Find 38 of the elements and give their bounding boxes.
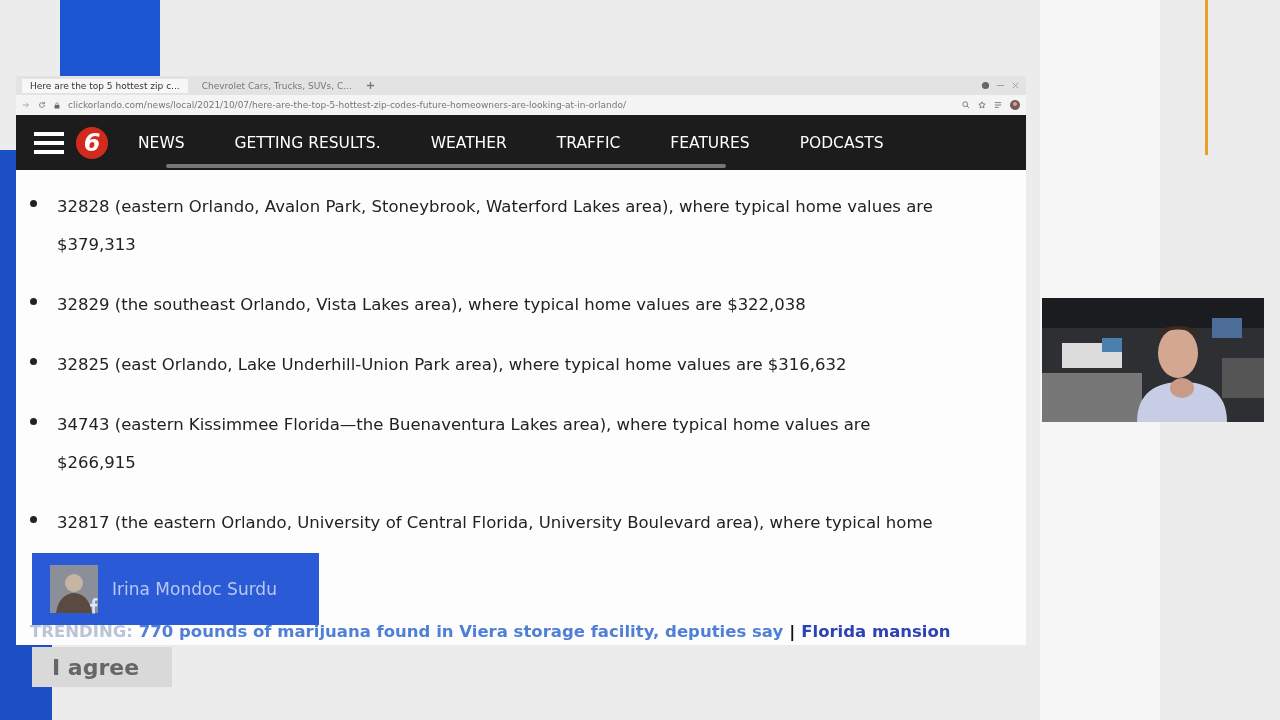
bullet-icon [30,418,37,425]
profile-icon[interactable] [981,81,990,90]
reload-icon[interactable] [38,101,46,109]
star-icon[interactable] [978,101,986,109]
separator: | [789,622,796,641]
agree-button[interactable]: I agree [32,647,172,687]
commenter-name: Irina Mondoc Surdu [112,579,277,599]
reading-list-icon[interactable] [994,101,1002,109]
bullet-icon [30,358,37,365]
zoom-icon[interactable] [962,101,970,109]
bullet-icon [30,200,37,207]
forward-icon[interactable] [22,101,30,109]
avatar-icon [50,565,98,613]
trending-link[interactable]: Florida mansion [801,622,951,641]
nav-link[interactable]: PODCASTS [799,133,884,152]
nav-link[interactable]: GETTING RESULTS. [234,133,381,152]
trending-label: TRENDING: [30,622,133,641]
nav-link[interactable]: NEWS [138,133,185,152]
list-item-text: 32825 (east Orlando, Lake Underhill-Union Park area), where typical home values are $316,632 [57,354,847,376]
list-item-text: 34743 (eastern Kissimmee Florida—the Buenaventura Lakes area), where typical home values are $266,915 [57,414,872,474]
trending-link[interactable]: 770 pounds of marijuana found in Viera storage facility, deputies say [138,622,784,641]
nav-link[interactable]: FEATURES [670,133,750,152]
bullet-icon [30,298,37,305]
lock-icon [54,101,60,109]
avatar-icon[interactable] [1010,100,1020,110]
nav-link[interactable]: TRAFFIC [556,133,621,152]
close-icon[interactable] [1011,81,1020,90]
browser-tab[interactable]: Chevrolet Cars, Trucks, SUVs, C... [193,78,360,93]
browser-tab[interactable]: Here are the top 5 hottest zip c... [22,78,188,93]
facebook-icon [89,597,98,614]
bullet-icon [30,516,37,523]
list-item-text: 32817 (the eastern Orlando, University of Central Florida, University Boulevard area), where typical home [57,512,933,534]
plus-icon[interactable] [365,81,375,90]
list-item-text: 32829 (the southeast Orlando, Vista Lakes area), where typical home values are $322,038 [57,294,806,316]
nav-link[interactable]: WEATHER [430,133,507,152]
channel-logo[interactable]: 6 [76,126,108,159]
list-item-text: 32828 (eastern Orlando, Avalon Park, Stoneybrook, Waterford Lakes area), where typical home values are $379,313 [57,196,934,256]
menu-icon[interactable] [34,130,64,155]
